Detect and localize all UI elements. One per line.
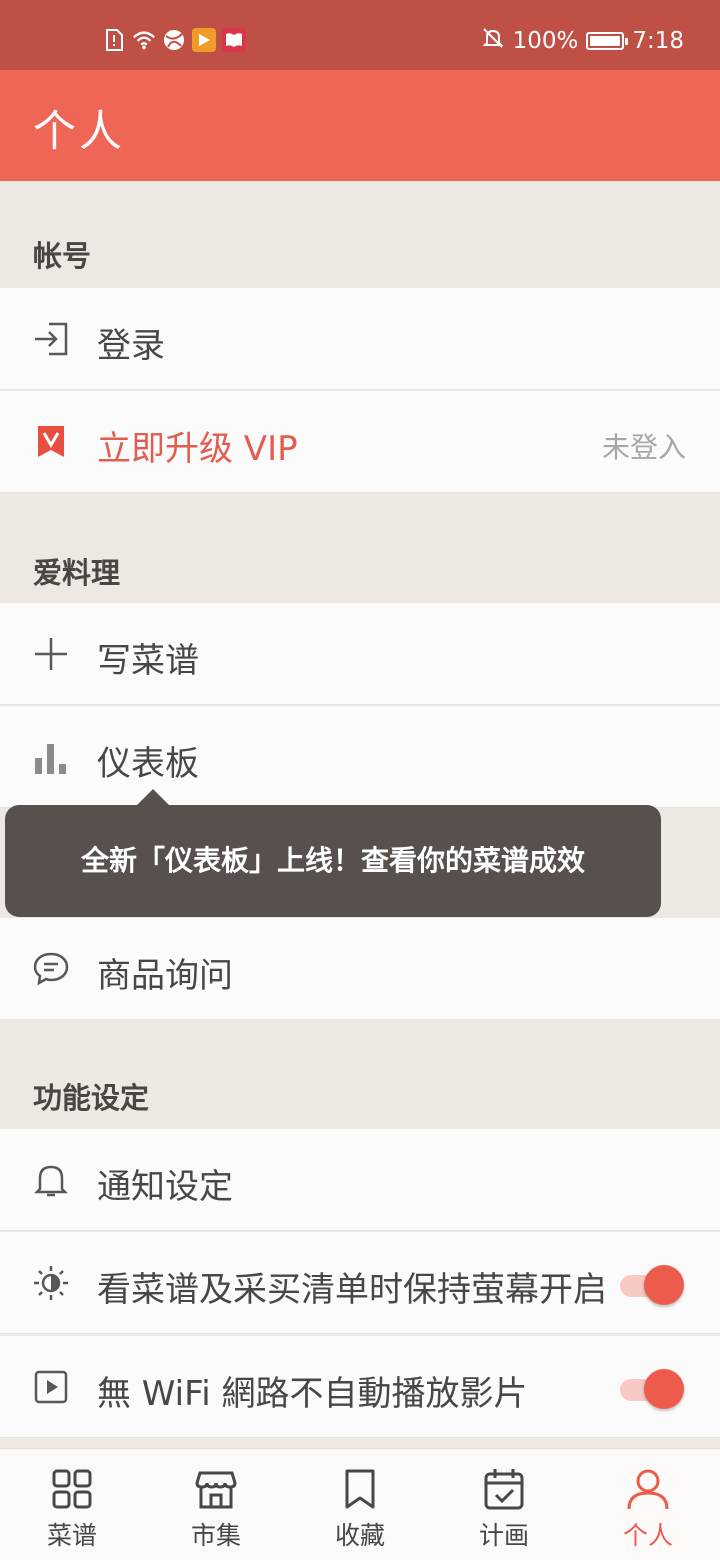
store-icon (194, 1467, 238, 1511)
nav-plan[interactable]: 计画 (432, 1449, 576, 1560)
bell-icon (32, 1161, 70, 1199)
section-header-account: 帐号 (0, 181, 720, 288)
section-header-settings: 功能设定 (0, 1021, 720, 1129)
dashboard-tooltip[interactable]: 全新「仪表板」上线！查看你的菜谱成效 (5, 805, 661, 917)
login-icon (32, 320, 70, 358)
clock: 7:18 (632, 28, 684, 54)
page-title: 个人 (33, 107, 125, 157)
vip-upgrade-row[interactable]: 立即升级 VIP 未登入 (0, 391, 720, 493)
calendar-icon (482, 1467, 526, 1511)
section-title: 功能设定 (33, 1081, 150, 1115)
battery-percent: 100% (512, 28, 579, 54)
keep-screen-on-toggle[interactable] (620, 1265, 684, 1305)
nav-label: 收藏 (334, 1521, 385, 1550)
person-icon (626, 1467, 670, 1511)
login-row[interactable]: 登录 (0, 288, 720, 390)
nav-label: 个人 (622, 1521, 673, 1550)
notification-settings-label: 通知设定 (97, 1167, 233, 1207)
app-icon-book (222, 28, 246, 52)
alert-icon (102, 28, 126, 52)
bar-chart-icon (32, 738, 70, 776)
vip-badge-icon (32, 423, 70, 461)
nav-personal[interactable]: 个人 (576, 1449, 720, 1560)
nav-label: 市集 (190, 1521, 241, 1550)
bookmark-icon (338, 1467, 382, 1511)
login-label: 登录 (97, 326, 165, 366)
no-wifi-autoplay-row[interactable]: 無 WiFi 網路不自動播放影片 (0, 1336, 720, 1438)
product-inquiry-row[interactable]: 商品询问 (0, 918, 720, 1020)
wifi-icon (132, 28, 156, 52)
product-inquiry-label: 商品询问 (97, 956, 233, 996)
section-header-cooking: 爱料理 (0, 494, 720, 603)
notification-settings-row[interactable]: 通知设定 (0, 1129, 720, 1231)
section-title: 帐号 (33, 239, 92, 273)
nav-favorites[interactable]: 收藏 (288, 1449, 432, 1560)
no-wifi-autoplay-toggle[interactable] (620, 1369, 684, 1409)
nav-recipes[interactable]: 菜谱 (0, 1449, 144, 1560)
no-wifi-autoplay-label: 無 WiFi 網路不自動播放影片 (97, 1374, 528, 1414)
app-bar: 个人 (0, 70, 720, 181)
video-play-icon (32, 1368, 70, 1406)
grid-icon (50, 1467, 94, 1511)
toggle-knob (644, 1265, 684, 1305)
keep-screen-on-label: 看菜谱及采买清单时保持萤幕开启 (97, 1270, 607, 1310)
status-bar: 100% 7:18 (0, 0, 720, 70)
app-icon-ball (162, 28, 186, 52)
brightness-icon (32, 1264, 70, 1302)
nav-label: 菜谱 (46, 1521, 97, 1550)
plus-icon (32, 635, 70, 673)
nav-label: 计画 (478, 1521, 529, 1550)
system-status: 100% 7:18 (481, 26, 684, 56)
section-title: 爱料理 (33, 556, 121, 590)
keep-screen-on-row[interactable]: 看菜谱及采买清单时保持萤幕开启 (0, 1232, 720, 1334)
dashboard-label: 仪表板 (97, 744, 199, 784)
write-recipe-label: 写菜谱 (97, 641, 199, 681)
battery-icon (586, 32, 629, 50)
notification-icons (102, 28, 246, 52)
vip-status: 未登入 (601, 431, 686, 464)
write-recipe-row[interactable]: 写菜谱 (0, 603, 720, 705)
bell-off-icon (481, 26, 505, 56)
app-icon-play (192, 28, 216, 52)
vip-upgrade-label: 立即升级 VIP (97, 429, 298, 469)
nav-market[interactable]: 市集 (144, 1449, 288, 1560)
dashboard-row[interactable]: 仪表板 (0, 706, 720, 808)
chat-bubble-icon (32, 950, 70, 988)
bottom-nav: 菜谱 市集 收藏 计画 个人 (0, 1448, 720, 1560)
toggle-knob (644, 1369, 684, 1409)
tooltip-arrow (136, 789, 170, 806)
